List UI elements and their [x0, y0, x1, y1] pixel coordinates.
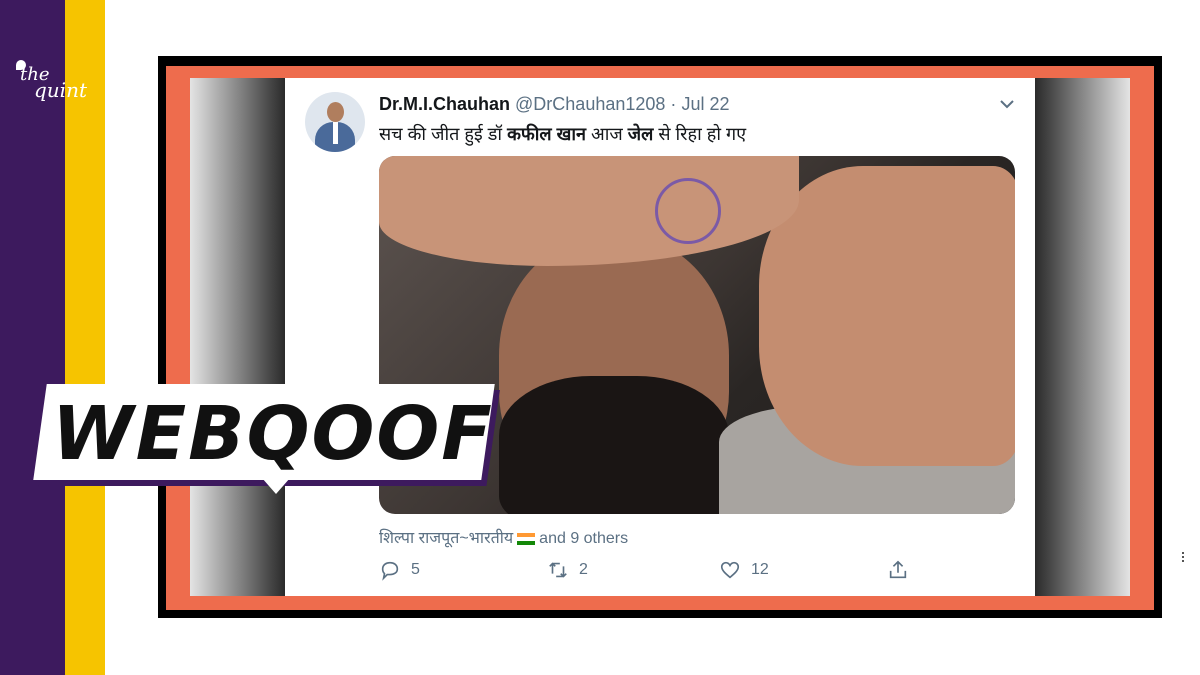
liker-others: and 9 others — [539, 530, 629, 547]
photo-arm — [759, 166, 1015, 466]
bold-name: कफील खान — [507, 124, 587, 144]
like-count: 12 — [751, 561, 769, 578]
vignette-left — [190, 78, 285, 596]
author-handle[interactable]: @DrChauhan1208 — [515, 94, 665, 114]
retweet-button[interactable]: 2 — [547, 558, 588, 582]
tweet-date[interactable]: Jul 22 — [681, 94, 729, 114]
like-button[interactable]: 12 — [719, 558, 769, 582]
logo-line-2: quint — [34, 78, 87, 102]
reply-button[interactable]: 5 — [379, 558, 420, 582]
the-quint-logo: the quint — [16, 60, 91, 110]
photo-beard — [499, 376, 729, 514]
india-flag-icon — [517, 532, 536, 545]
liker-name: शिल्पा राजपूत~भारतीय — [379, 530, 514, 547]
liked-by[interactable]: शिल्पा राजपूत~भारतीय and 9 others — [379, 526, 628, 548]
share-button[interactable] — [887, 558, 919, 582]
bold-jail: जेल — [627, 124, 654, 144]
ink-stamp — [655, 178, 721, 244]
reply-count: 5 — [411, 561, 420, 578]
share-icon — [889, 560, 907, 579]
heart-icon — [720, 561, 740, 579]
reply-icon — [381, 561, 399, 581]
avatar[interactable] — [305, 92, 365, 152]
retweet-count: 2 — [579, 561, 588, 578]
webqoof-label: WEBQOOF — [52, 391, 494, 477]
header-separator: · — [670, 94, 677, 114]
vignette-right — [1035, 78, 1130, 596]
author-name[interactable]: Dr.M.I.Chauhan — [379, 94, 510, 114]
tweet-screenshot: Dr.M.I.Chauhan @DrChauhan1208 · Jul 22 स… — [190, 78, 1130, 596]
tweet-card: Dr.M.I.Chauhan @DrChauhan1208 · Jul 22 स… — [285, 78, 1035, 596]
badge-tail — [262, 478, 290, 494]
tweet-header: Dr.M.I.Chauhan @DrChauhan1208 · Jul 22 — [379, 94, 729, 115]
photo-hand — [379, 156, 799, 266]
chevron-down-icon[interactable] — [997, 94, 1017, 114]
edge-mark — [1182, 552, 1187, 562]
retweet-icon — [549, 562, 567, 578]
tweet-text: सच की जीत हुई डॉ कफील खान आज जेल से रिहा… — [379, 124, 747, 144]
